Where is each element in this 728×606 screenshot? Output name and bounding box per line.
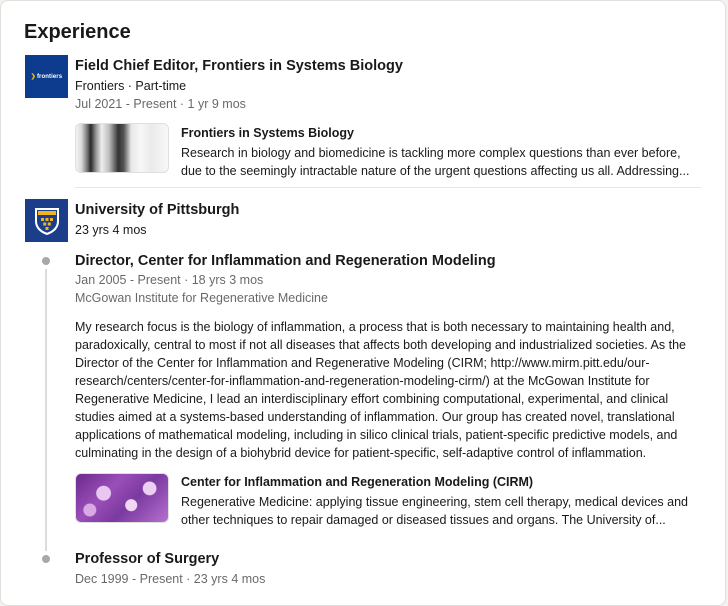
description-line: Regenerative Medicine, I lead an interdi… bbox=[75, 392, 669, 406]
university-of-pittsburgh-logo[interactable] bbox=[25, 199, 68, 242]
description-line: research/centers/center-for-inflammation… bbox=[75, 374, 650, 388]
description-line: studies aimed at a systems-based underst… bbox=[75, 410, 675, 424]
description-line: paradoxically, central to most if not al… bbox=[75, 338, 686, 352]
frontiers-logo[interactable]: ❯frontiers bbox=[25, 55, 68, 98]
timeline-dot bbox=[42, 555, 50, 563]
position-dates: Jan 2005 - Present · 18 yrs 3 mos bbox=[75, 273, 264, 287]
media-description: Research in biology and biomedicine is t… bbox=[181, 144, 689, 180]
position-description: My research focus is the biology of infl… bbox=[75, 318, 695, 462]
position-title[interactable]: Field Chief Editor, Frontiers in Systems… bbox=[75, 58, 403, 74]
media-thumbnail[interactable] bbox=[75, 123, 169, 173]
description-line: Director of the Center for Inflammation … bbox=[75, 356, 650, 370]
media-description: Regenerative Medicine: applying tissue e… bbox=[181, 493, 688, 529]
timeline-dot bbox=[42, 257, 50, 265]
media-description-line: Regenerative Medicine: applying tissue e… bbox=[181, 495, 688, 509]
media-title[interactable]: Center for Inflammation and Regeneration… bbox=[181, 475, 533, 489]
position-title[interactable]: Director, Center for Inflammation and Re… bbox=[75, 253, 496, 269]
company-name[interactable]: University of Pittsburgh bbox=[75, 202, 239, 218]
description-line: culminating in the design of a biohybrid… bbox=[75, 446, 647, 460]
company-name: Frontiers · Part-time bbox=[75, 79, 187, 93]
position-title[interactable]: Professor of Surgery bbox=[75, 551, 219, 567]
description-line: applications of mathematical modeling, i… bbox=[75, 428, 678, 442]
company-duration: 23 yrs 4 mos bbox=[75, 223, 147, 237]
position-dates: Dec 1999 - Present · 23 yrs 4 mos bbox=[75, 572, 266, 586]
media-thumbnail[interactable] bbox=[75, 473, 169, 523]
media-description-line: other techniques to repair damaged or di… bbox=[181, 513, 666, 527]
section-title: Experience bbox=[24, 21, 131, 43]
description-line: My research focus is the biology of infl… bbox=[75, 320, 675, 334]
frontiers-logo-text: ❯frontiers bbox=[30, 74, 63, 80]
timeline-line bbox=[45, 269, 47, 551]
shield-icon bbox=[34, 207, 59, 235]
media-title[interactable]: Frontiers in Systems Biology bbox=[181, 126, 354, 140]
media-description-line: Research in biology and biomedicine is t… bbox=[181, 146, 681, 160]
divider bbox=[75, 187, 701, 188]
experience-card: Experience ❯frontiers Field Chief Editor… bbox=[0, 0, 726, 606]
position-location: McGowan Institute for Regenerative Medic… bbox=[75, 291, 328, 305]
media-description-line: due to the seemingly intractable nature … bbox=[181, 164, 690, 178]
position-dates: Jul 2021 - Present · 1 yr 9 mos bbox=[75, 97, 246, 111]
